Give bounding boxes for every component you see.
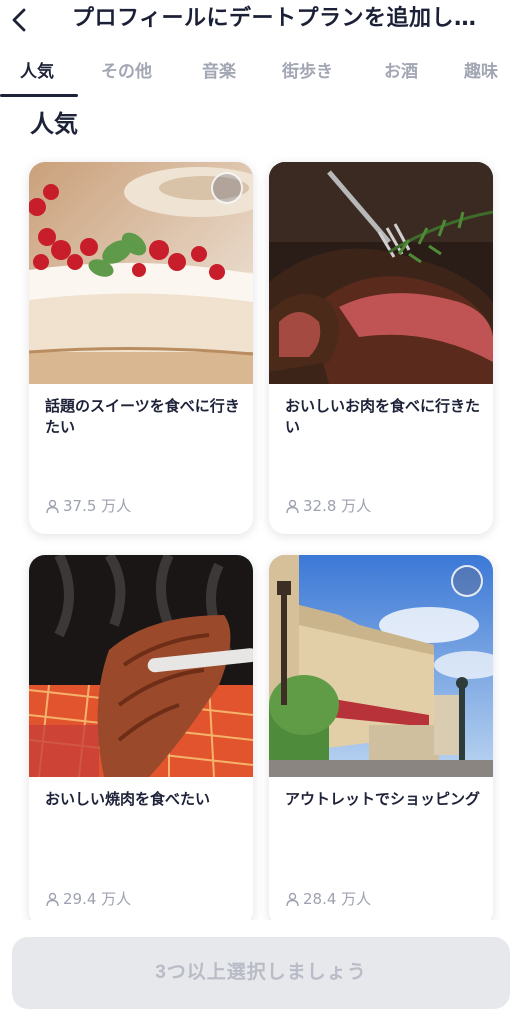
plan-card-meat[interactable]: おいしいお肉を食べに行きたい 32.8 万人 xyxy=(269,162,493,534)
count-text: 32.8 万人 xyxy=(303,497,372,515)
select-checkbox[interactable] xyxy=(451,565,483,597)
plan-title: おいしい焼肉を食べたい xyxy=(45,790,211,808)
interest-count: 37.5 万人 xyxy=(45,496,131,516)
interest-count: 29.4 万人 xyxy=(45,889,131,909)
select-checkbox[interactable] xyxy=(211,172,243,204)
person-icon xyxy=(45,499,60,514)
person-icon xyxy=(285,499,300,514)
plan-card-outlet[interactable]: アウトレットでショッピング 28.4 万人 xyxy=(269,555,493,920)
yakiniku-photo xyxy=(29,555,253,777)
plan-grid: 人気 話題のスイーツを食べに行きたい 37.5 万人 おいしいお肉を食べに行きた… xyxy=(0,0,522,920)
cake-photo xyxy=(29,162,253,384)
submit-button[interactable]: 3つ以上選択しましょう xyxy=(12,937,510,1009)
count-text: 28.4 万人 xyxy=(303,890,372,908)
plan-title: おいしいお肉を食べに行きたい xyxy=(285,397,481,436)
count-text: 29.4 万人 xyxy=(63,890,132,908)
interest-count: 28.4 万人 xyxy=(285,889,371,909)
plan-title: 話題のスイーツを食べに行きたい xyxy=(45,397,240,436)
plan-card-sweets[interactable]: 話題のスイーツを食べに行きたい 37.5 万人 xyxy=(29,162,253,534)
count-text: 37.5 万人 xyxy=(63,497,132,515)
bottom-bar: 3つ以上選択しましょう xyxy=(0,920,522,1024)
section-title: 人気 xyxy=(30,110,78,138)
steak-photo xyxy=(269,162,493,384)
plan-card-yakiniku[interactable]: おいしい焼肉を食べたい 29.4 万人 xyxy=(29,555,253,920)
outlet-photo xyxy=(269,555,493,777)
person-icon xyxy=(285,892,300,907)
person-icon xyxy=(45,892,60,907)
plan-title: アウトレットでショッピング xyxy=(285,790,481,808)
interest-count: 32.8 万人 xyxy=(285,496,371,516)
